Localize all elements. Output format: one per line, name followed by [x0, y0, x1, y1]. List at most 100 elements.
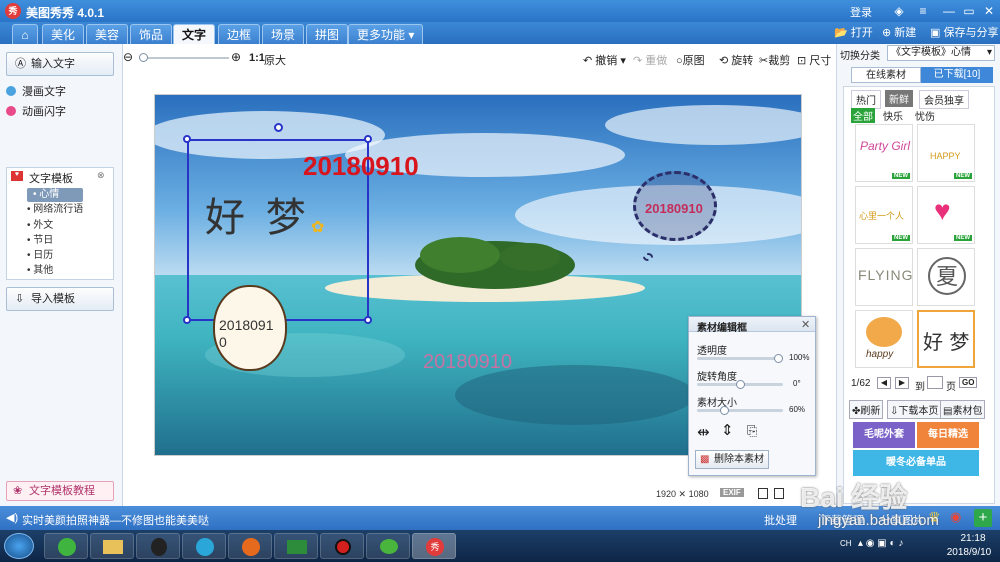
- zoom-out-icon[interactable]: ⊖: [123, 50, 133, 64]
- size-slider[interactable]: [697, 406, 783, 415]
- rotation-knob[interactable]: [735, 380, 745, 389]
- login-link[interactable]: 登录: [850, 4, 872, 20]
- category-internet-slang[interactable]: • 网络流行语: [27, 203, 83, 217]
- menu-icon[interactable]: ≡: [914, 3, 932, 19]
- download-page-button[interactable]: ⇩下载本页: [887, 400, 942, 419]
- open-button[interactable]: 📂 打开: [834, 25, 873, 41]
- page-number-input[interactable]: [927, 376, 943, 389]
- taskbar-record-icon[interactable]: [320, 533, 364, 559]
- material-thumb-8-selected[interactable]: 好 梦: [917, 310, 975, 368]
- taskbar-browser360-icon[interactable]: [44, 533, 88, 559]
- tab-beautify[interactable]: 美化: [42, 24, 85, 44]
- text-template-title[interactable]: 文字模板: [29, 170, 73, 186]
- material-thumb-6[interactable]: 夏: [917, 248, 975, 306]
- red-date-text[interactable]: 20180910: [303, 151, 419, 182]
- text-template-tutorial-button[interactable]: ❀ 文字模板教程: [6, 481, 114, 501]
- clock-time[interactable]: 21:18: [948, 533, 998, 544]
- cloud-date-text[interactable]: 20180910: [645, 201, 703, 216]
- status-message[interactable]: 实时美颜拍照神器—不修图也能美美哒: [22, 512, 209, 528]
- flip-horizontal-icon[interactable]: ⇹: [697, 423, 710, 441]
- handwritten-sticker-text[interactable]: 好 梦: [205, 185, 310, 243]
- tray-icons[interactable]: ▴ ◉ ▣ ◐ ♪: [858, 538, 903, 549]
- home-tab[interactable]: ⌂: [12, 24, 38, 44]
- panda-bubble-text[interactable]: 2018091 0: [219, 317, 289, 351]
- tab-online-materials[interactable]: 在线素材: [851, 67, 921, 83]
- tab-border[interactable]: 边框: [218, 24, 261, 44]
- delete-material-button[interactable]: ▩ 删除本素材: [695, 450, 769, 469]
- editor-close-icon[interactable]: ✕: [801, 318, 810, 331]
- material-thumb-3[interactable]: 心里一个人 NEW: [855, 186, 913, 244]
- subfilter-sad[interactable]: 忧伤: [915, 108, 935, 123]
- original-image-button[interactable]: ○原图: [676, 52, 705, 68]
- material-thumb-4[interactable]: ♥ NEW: [917, 186, 975, 244]
- watermark-date-text[interactable]: 20180910: [423, 351, 512, 374]
- go-button[interactable]: GO: [959, 377, 978, 388]
- rotate-button[interactable]: ⟲ 旋转: [719, 52, 753, 68]
- minimize-button[interactable]: —: [940, 3, 958, 19]
- material-thumb-2[interactable]: HAPPY NEW: [917, 124, 975, 182]
- opacity-slider[interactable]: [697, 354, 783, 363]
- filter-hot[interactable]: 热门: [851, 90, 881, 109]
- size-knob[interactable]: [720, 406, 730, 415]
- material-thumb-7[interactable]: happy: [855, 310, 913, 368]
- fullscreen-icon[interactable]: [774, 488, 784, 499]
- promo-coat[interactable]: 毛呢外套: [853, 422, 915, 448]
- filter-fresh[interactable]: 新鲜: [885, 90, 913, 107]
- category-other[interactable]: • 其他: [27, 264, 53, 278]
- skin-icon[interactable]: ◈: [890, 3, 908, 19]
- promo-winter[interactable]: 暖冬必备单品: [853, 450, 979, 476]
- clock-date[interactable]: 2018/9/10: [940, 547, 998, 558]
- material-thumb-1[interactable]: Party Girl NEW: [855, 124, 913, 182]
- collapse-icon[interactable]: ⊗: [97, 170, 105, 181]
- category-mood[interactable]: • 心情: [27, 188, 84, 202]
- zoom-in-icon[interactable]: ⊕: [231, 50, 241, 64]
- tab-more[interactable]: 更多功能 ▾: [348, 24, 424, 44]
- save-share-button[interactable]: ▣ 保存与分享: [930, 25, 998, 41]
- tab-scene[interactable]: 场景: [262, 24, 305, 44]
- tab-collage[interactable]: 拼图: [306, 24, 349, 44]
- category-festival[interactable]: • 节日: [27, 234, 53, 248]
- filter-members[interactable]: 会员独享: [919, 90, 969, 109]
- tab-beauty[interactable]: 美容: [86, 24, 129, 44]
- resize-handle-bottom-right[interactable]: [364, 316, 372, 324]
- tab-text[interactable]: 文字: [173, 24, 216, 44]
- opacity-knob[interactable]: [774, 354, 783, 363]
- import-template-button[interactable]: ⇩ 导入模板: [6, 287, 114, 311]
- resize-handle-bottom-left[interactable]: [183, 316, 191, 324]
- promo-daily[interactable]: 每日精选: [917, 422, 979, 448]
- category-select[interactable]: 《文字模板》心情 ▾: [887, 45, 995, 61]
- prev-page-icon[interactable]: ◀: [877, 377, 891, 389]
- resize-handle-top-right[interactable]: [364, 135, 372, 143]
- start-button[interactable]: [4, 533, 34, 559]
- subfilter-all[interactable]: 全部: [851, 108, 875, 123]
- rotation-slider[interactable]: [697, 380, 783, 389]
- exif-button[interactable]: EXIF: [720, 488, 744, 497]
- weibo-icon[interactable]: ◉: [950, 509, 961, 525]
- input-text-button[interactable]: Ⓐ 输入文字: [6, 52, 114, 76]
- zoom-slider-knob[interactable]: [139, 53, 148, 62]
- maximize-button[interactable]: ▭: [960, 3, 978, 19]
- close-button[interactable]: ✕: [980, 3, 998, 19]
- compare-icon[interactable]: [758, 488, 768, 499]
- tab-accessories[interactable]: 饰品: [130, 24, 173, 44]
- category-calendar[interactable]: • 日历: [27, 249, 53, 263]
- new-button[interactable]: ⊕ 新建: [882, 25, 916, 41]
- taskbar-qq-icon[interactable]: [136, 533, 180, 559]
- material-thumb-5[interactable]: FLYING: [855, 248, 913, 306]
- rotate-handle[interactable]: [274, 123, 283, 132]
- undo-button[interactable]: ↶ 撤销 ▾: [583, 52, 626, 68]
- taskbar-wechat-icon[interactable]: [366, 533, 410, 559]
- zoom-slider[interactable]: [139, 53, 229, 62]
- add-icon[interactable]: +: [974, 509, 992, 527]
- redo-button[interactable]: ↷ 重做: [633, 52, 667, 68]
- comic-text-item[interactable]: 漫画文字: [22, 85, 66, 99]
- taskbar-firefox-icon[interactable]: [228, 533, 272, 559]
- next-page-icon[interactable]: ▶: [895, 377, 909, 389]
- taskbar-media-icon[interactable]: [182, 533, 226, 559]
- tab-downloaded[interactable]: 已下载[10]: [921, 67, 993, 83]
- refresh-button[interactable]: ✤刷新: [849, 400, 884, 419]
- subfilter-happy[interactable]: 快乐: [883, 108, 903, 123]
- batch-process-button[interactable]: 批处理: [764, 512, 797, 528]
- resize-button[interactable]: ⊡ 尺寸: [797, 52, 831, 68]
- resize-handle-top-left[interactable]: [183, 135, 191, 143]
